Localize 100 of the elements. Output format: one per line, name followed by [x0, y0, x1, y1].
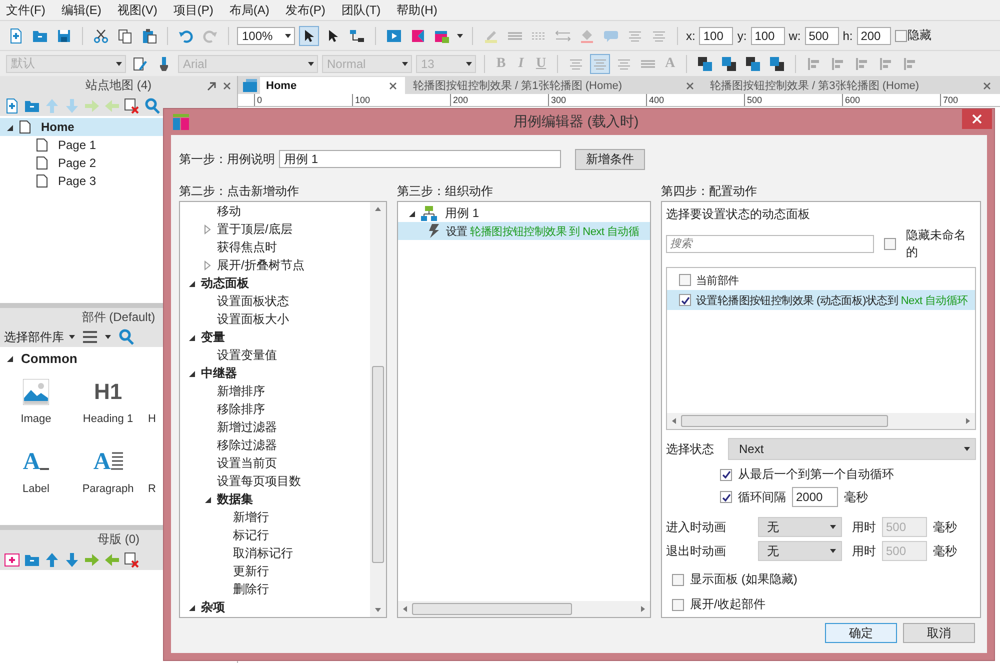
action-group[interactable]: 杂项 [201, 598, 225, 616]
action-item[interactable]: 展开/折叠树节点 [217, 256, 304, 274]
action-group[interactable]: 变量 [201, 328, 225, 346]
action-group[interactable]: 数据集 [217, 490, 253, 508]
menu-item[interactable]: 发布(P) [285, 2, 326, 18]
scroll-right-icon[interactable] [640, 605, 646, 613]
scroll-down-icon[interactable] [374, 607, 382, 613]
widget-label[interactable]: H [148, 413, 156, 425]
widget-group[interactable]: Common [21, 350, 78, 366]
action-group[interactable]: 动态面板 [201, 274, 249, 292]
action-item[interactable]: 设置当前页 [217, 454, 277, 472]
checkbox[interactable] [894, 30, 907, 42]
action-group[interactable]: 中继器 [201, 364, 237, 382]
action-item[interactable]: 设置面板大小 [217, 310, 289, 328]
preview-icon[interactable] [386, 28, 402, 44]
copy-icon[interactable] [117, 28, 133, 44]
action-item[interactable]: 取消标记行 [233, 544, 293, 562]
caret-icon[interactable] [829, 523, 837, 531]
caret-icon[interactable] [68, 333, 76, 341]
checkbox[interactable] [672, 574, 684, 586]
action-item[interactable]: 更新行 [233, 562, 269, 580]
layers-icon[interactable] [721, 56, 737, 72]
close-icon[interactable] [387, 80, 399, 92]
down-arrow-icon[interactable] [64, 552, 80, 568]
image-icon[interactable] [23, 379, 49, 405]
search-icon[interactable] [118, 329, 134, 345]
checkbox[interactable] [884, 238, 896, 250]
caret-icon[interactable] [115, 60, 123, 68]
action-row[interactable]: 设置 轮播图按钮控制效果 到 Next 自动循 [398, 222, 650, 240]
action-item[interactable]: 移除过滤器 [217, 436, 277, 454]
collapsed-arrow-icon[interactable] [202, 224, 213, 234]
action-item[interactable]: 置于顶层/底层 [217, 220, 292, 238]
collapsed-arrow-icon[interactable] [202, 260, 213, 270]
caret-icon[interactable] [307, 60, 315, 68]
menu-item[interactable]: 编辑(E) [61, 2, 102, 18]
action-item[interactable]: 标记行 [233, 526, 269, 544]
connector-icon[interactable] [349, 28, 365, 44]
action-item[interactable]: 设置变量值 [217, 346, 277, 364]
menu-item[interactable]: 视图(V) [117, 2, 158, 18]
scrollbar[interactable] [370, 202, 386, 617]
library-dropdown[interactable]: 选择部件库 [4, 328, 76, 346]
up-arrow-icon[interactable] [44, 552, 60, 568]
page-item[interactable]: Page 3 [0, 172, 163, 190]
widget-label[interactable]: Paragraph [82, 483, 134, 495]
action-item[interactable]: 移除排序 [217, 400, 265, 418]
cut-icon[interactable] [93, 28, 109, 44]
widget-label[interactable]: Heading 1 [82, 413, 134, 425]
scroll-right-icon[interactable] [965, 417, 971, 425]
close-button[interactable] [962, 109, 992, 129]
widget-label[interactable]: Label [22, 483, 50, 495]
caret-icon[interactable] [829, 547, 837, 555]
scroll-left-icon[interactable] [671, 417, 677, 425]
dialog-button[interactable]: 取消 [903, 623, 975, 643]
add-page-icon[interactable] [4, 98, 20, 114]
scroll-left-icon[interactable] [402, 605, 408, 613]
menu-icon[interactable] [82, 329, 98, 345]
delete-icon[interactable] [124, 98, 140, 114]
checkbox[interactable] [679, 274, 691, 286]
checkbox[interactable] [720, 491, 732, 503]
layers-icon[interactable] [697, 56, 713, 72]
coordinate-field[interactable]: 100 [699, 26, 734, 44]
pin-icon[interactable] [205, 80, 217, 92]
widget-label[interactable]: Image [20, 413, 52, 425]
delete-icon[interactable] [124, 552, 140, 568]
page-tab[interactable]: Home [260, 77, 405, 94]
action-item[interactable]: 新增行 [233, 508, 269, 526]
undo-icon[interactable] [178, 28, 194, 44]
menu-item[interactable]: 团队(T) [341, 2, 381, 18]
add-master-icon[interactable] [4, 552, 20, 568]
case-item[interactable]: 用例 1 [445, 204, 480, 222]
widget-label[interactable]: R [148, 483, 156, 495]
panel-row[interactable]: 设置轮播图按钮控制效果 (动态面板)状态到 Next 自动循环 [667, 290, 975, 310]
zoom-select[interactable]: 100% [237, 26, 295, 44]
action-item[interactable]: 设置每页项目数 [217, 472, 301, 490]
page-item[interactable]: Page 2 [0, 154, 163, 172]
scrollbar[interactable] [398, 601, 650, 617]
search-field[interactable]: 搜索 [666, 235, 874, 253]
coordinate-field[interactable]: 200 [856, 26, 891, 44]
format-painter-icon[interactable] [132, 56, 148, 72]
action-item[interactable]: 移动 [217, 202, 241, 220]
interval-field[interactable]: 2000 [792, 487, 838, 507]
caret-icon[interactable] [401, 60, 409, 68]
scroll-up-icon[interactable] [374, 206, 382, 212]
coordinate-field[interactable]: 100 [750, 26, 785, 44]
menu-item[interactable]: 帮助(H) [396, 2, 438, 18]
caret-icon[interactable] [456, 32, 464, 40]
case-name-field[interactable]: 用例 1 [279, 150, 561, 168]
triangles-icon[interactable] [410, 28, 426, 44]
scrollbar[interactable] [667, 413, 975, 429]
new-page-icon[interactable] [8, 28, 24, 44]
caret-icon[interactable] [963, 445, 971, 453]
caret-icon[interactable] [284, 32, 292, 40]
action-item[interactable]: 新增过滤器 [217, 418, 277, 436]
action-item[interactable]: 新增排序 [217, 382, 265, 400]
menu-item[interactable]: 文件(F) [6, 2, 46, 18]
close-icon[interactable] [981, 80, 993, 92]
action-item[interactable]: 获得焦点时 [217, 238, 277, 256]
layers-icon[interactable] [745, 56, 761, 72]
page-item[interactable]: Home [0, 118, 163, 136]
menu-item[interactable]: 项目(P) [173, 2, 214, 18]
